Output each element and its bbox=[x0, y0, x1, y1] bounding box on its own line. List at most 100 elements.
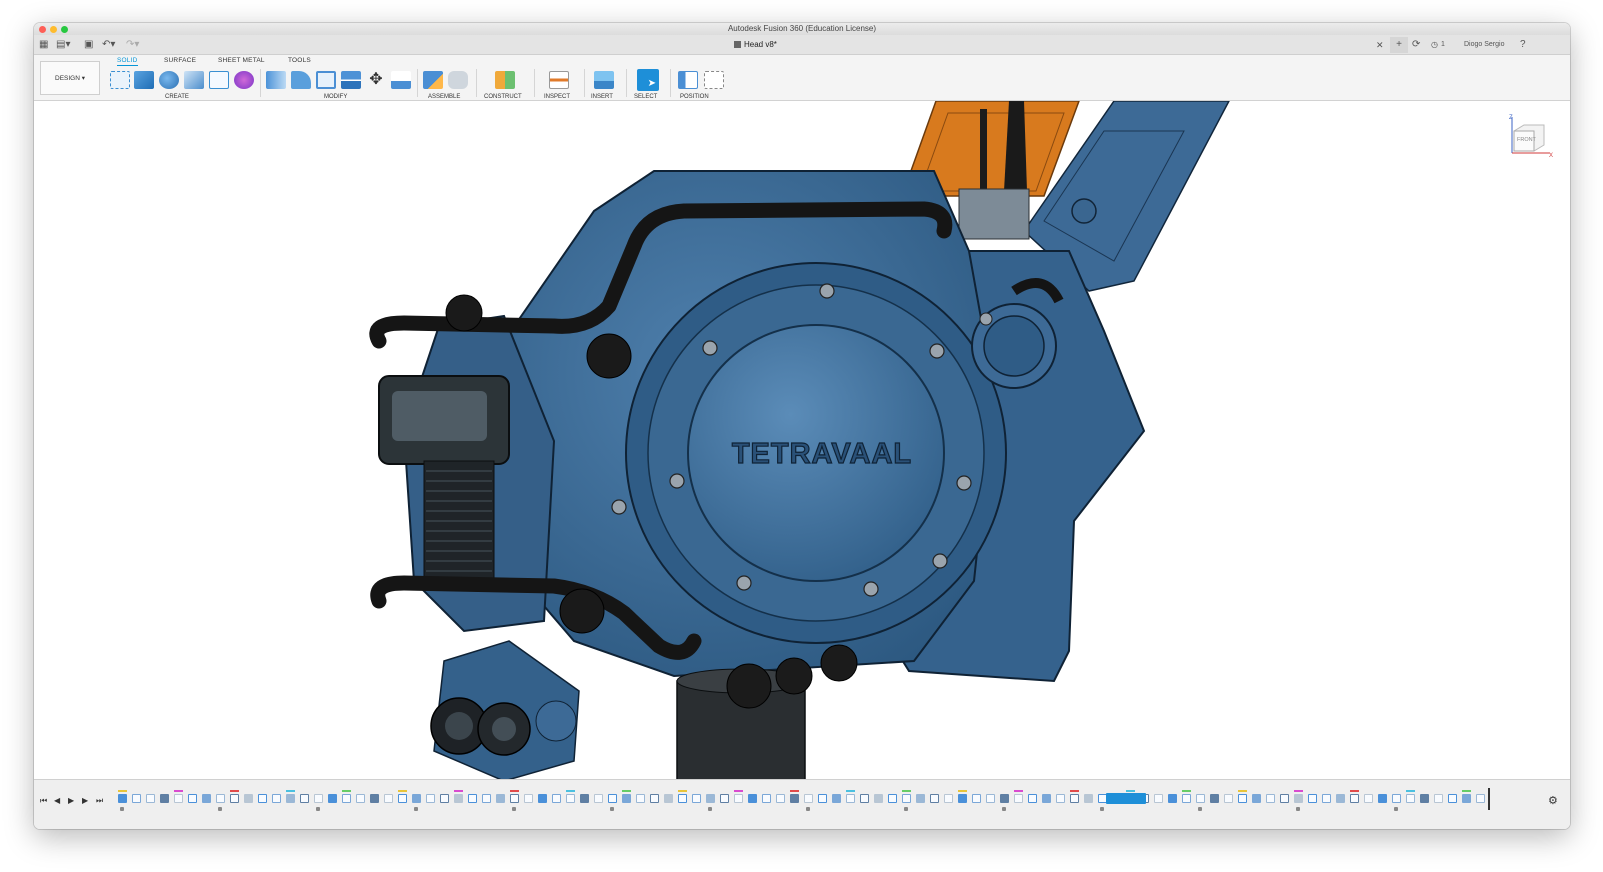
pattern-icon[interactable] bbox=[209, 71, 229, 89]
timeline-feature-icon[interactable] bbox=[426, 794, 435, 803]
timeline-feature-icon[interactable] bbox=[776, 794, 785, 803]
notification-clock-icon[interactable]: ◷ bbox=[1431, 39, 1438, 51]
tab-surface[interactable]: SURFACE bbox=[164, 57, 196, 64]
file-menu-icon[interactable]: ▤▾ bbox=[56, 39, 70, 51]
sweep-icon[interactable] bbox=[184, 71, 204, 89]
timeline-feature-icon[interactable] bbox=[552, 794, 561, 803]
timeline-feature-icon[interactable] bbox=[440, 794, 449, 803]
timeline-selected-range[interactable] bbox=[1106, 793, 1146, 804]
step-forward-icon[interactable]: ▶ bbox=[82, 796, 88, 805]
timeline-feature-icon[interactable] bbox=[300, 794, 309, 803]
timeline-feature-icon[interactable] bbox=[132, 794, 141, 803]
timeline-feature-icon[interactable] bbox=[174, 794, 183, 803]
timeline-feature-icon[interactable] bbox=[678, 794, 687, 803]
timeline-feature-icon[interactable] bbox=[468, 794, 477, 803]
timeline-feature-icon[interactable] bbox=[1210, 794, 1219, 803]
timeline-feature-icon[interactable] bbox=[146, 794, 155, 803]
timeline-feature-icon[interactable] bbox=[1238, 794, 1247, 803]
timeline-feature-icon[interactable] bbox=[1350, 794, 1359, 803]
create-form-icon[interactable] bbox=[234, 71, 254, 89]
timeline-feature-icon[interactable] bbox=[916, 794, 925, 803]
timeline-feature-icon[interactable] bbox=[622, 794, 631, 803]
timeline-feature-icon[interactable] bbox=[972, 794, 981, 803]
select-arrow-icon[interactable]: ➤ bbox=[637, 69, 659, 91]
timeline-feature-icon[interactable] bbox=[412, 794, 421, 803]
timeline-feature-icon[interactable] bbox=[328, 794, 337, 803]
timeline-feature-icon[interactable] bbox=[1224, 794, 1233, 803]
viewcube-face-label[interactable]: FRONT bbox=[1517, 137, 1536, 143]
tab-sheet-metal[interactable]: SHEET METAL bbox=[218, 57, 265, 64]
modify-menu[interactable]: MODIFY bbox=[324, 94, 347, 100]
timeline-feature-icon[interactable] bbox=[118, 794, 127, 803]
timeline-feature-icon[interactable] bbox=[356, 794, 365, 803]
timeline-feature-icon[interactable] bbox=[1448, 794, 1457, 803]
timeline-feature-icon[interactable] bbox=[790, 794, 799, 803]
timeline-marker-handle[interactable] bbox=[1488, 788, 1490, 810]
timeline-feature-icon[interactable] bbox=[664, 794, 673, 803]
tab-solid[interactable]: SOLID bbox=[117, 57, 138, 66]
timeline-feature-icon[interactable] bbox=[286, 794, 295, 803]
timeline-feature-icon[interactable] bbox=[1252, 794, 1261, 803]
timeline-feature-icon[interactable] bbox=[706, 794, 715, 803]
workspace-switcher[interactable]: DESIGN ▾ bbox=[40, 61, 100, 95]
revolve-icon[interactable] bbox=[159, 71, 179, 89]
timeline-feature-icon[interactable] bbox=[818, 794, 827, 803]
timeline-feature-icon[interactable] bbox=[272, 794, 281, 803]
play-icon[interactable]: ▶ bbox=[68, 796, 74, 805]
timeline-feature-icon[interactable] bbox=[1000, 794, 1009, 803]
timeline-feature-icon[interactable] bbox=[384, 794, 393, 803]
timeline-feature-icon[interactable] bbox=[566, 794, 575, 803]
timeline-feature-icon[interactable] bbox=[748, 794, 757, 803]
timeline-feature-icon[interactable] bbox=[188, 794, 197, 803]
inspect-menu[interactable]: INSPECT bbox=[544, 94, 570, 100]
timeline-feature-icon[interactable] bbox=[314, 794, 323, 803]
timeline-feature-icon[interactable] bbox=[636, 794, 645, 803]
timeline-feature-icon[interactable] bbox=[692, 794, 701, 803]
timeline-feature-icon[interactable] bbox=[1308, 794, 1317, 803]
data-panel-grid-icon[interactable]: ▦ bbox=[39, 39, 48, 51]
timeline-feature-icon[interactable] bbox=[216, 794, 225, 803]
timeline-feature-icon[interactable] bbox=[1378, 794, 1387, 803]
timeline-feature-icon[interactable] bbox=[888, 794, 897, 803]
canvas-viewport[interactable]: TETRAVAAL Z X FRONT bbox=[34, 101, 1570, 779]
timeline-feature-icon[interactable] bbox=[986, 794, 995, 803]
press-pull-icon[interactable] bbox=[266, 71, 286, 89]
timeline-feature-icon[interactable] bbox=[1434, 794, 1443, 803]
new-tab-icon[interactable]: + bbox=[1390, 37, 1408, 53]
zoom-window-button[interactable] bbox=[61, 26, 68, 33]
timeline-feature-icon[interactable] bbox=[804, 794, 813, 803]
timeline-feature-icon[interactable] bbox=[1294, 794, 1303, 803]
timeline-feature-icon[interactable] bbox=[454, 794, 463, 803]
timeline-feature-icon[interactable] bbox=[496, 794, 505, 803]
timeline-feature-icon[interactable] bbox=[1182, 794, 1191, 803]
close-tab-icon[interactable]: ✕ bbox=[1376, 39, 1384, 51]
split-body-icon[interactable] bbox=[341, 71, 361, 89]
go-to-start-icon[interactable]: ⏮ bbox=[40, 796, 47, 806]
timeline-settings-gear-icon[interactable]: ⚙ bbox=[1548, 794, 1558, 807]
offset-plane-icon[interactable] bbox=[495, 71, 515, 89]
user-name[interactable]: Diogo Sergio bbox=[1464, 39, 1504, 51]
joint-icon[interactable] bbox=[448, 71, 468, 89]
viewcube[interactable]: Z X FRONT bbox=[1504, 111, 1554, 161]
timeline-feature-icon[interactable] bbox=[1420, 794, 1429, 803]
timeline-feature-icon[interactable] bbox=[846, 794, 855, 803]
document-tab[interactable]: Head v8* bbox=[734, 38, 777, 52]
align-icon[interactable] bbox=[391, 71, 411, 89]
timeline-feature-icon[interactable] bbox=[1056, 794, 1065, 803]
timeline-feature-icon[interactable] bbox=[874, 794, 883, 803]
timeline-feature-icon[interactable] bbox=[608, 794, 617, 803]
timeline-feature-icon[interactable] bbox=[1406, 794, 1415, 803]
timeline-feature-icon[interactable] bbox=[1042, 794, 1051, 803]
timeline-feature-icon[interactable] bbox=[244, 794, 253, 803]
timeline-feature-icon[interactable] bbox=[370, 794, 379, 803]
timeline-feature-icon[interactable] bbox=[1476, 794, 1485, 803]
save-icon[interactable]: ▣ bbox=[84, 39, 93, 51]
timeline-feature-icon[interactable] bbox=[958, 794, 967, 803]
timeline-feature-icon[interactable] bbox=[482, 794, 491, 803]
help-icon[interactable]: ? bbox=[1520, 39, 1526, 51]
revert-position-icon[interactable] bbox=[704, 71, 724, 89]
timeline-feature-icon[interactable] bbox=[762, 794, 771, 803]
job-status-icon[interactable]: ⟳ bbox=[1412, 39, 1420, 51]
fillet-icon[interactable] bbox=[291, 71, 311, 89]
timeline-feature-icon[interactable] bbox=[1154, 794, 1163, 803]
